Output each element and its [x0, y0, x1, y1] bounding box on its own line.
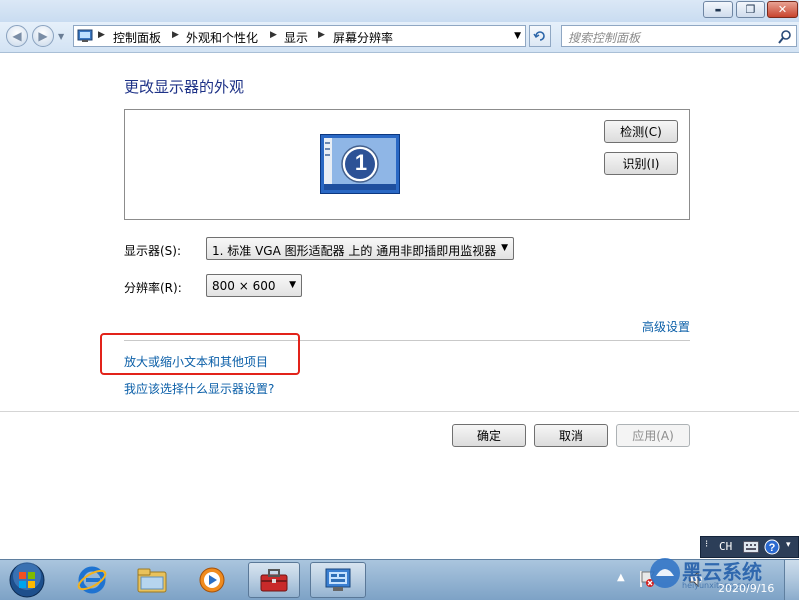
clock-date[interactable]: 2020/9/16: [718, 582, 774, 595]
page-title: 更改显示器的外观: [124, 78, 245, 96]
close-button[interactable]: ✕: [767, 1, 798, 18]
forward-arrow-icon: ▶: [38, 29, 48, 43]
maximize-icon: ❐: [745, 3, 756, 16]
recent-pages-icon[interactable]: ▼: [58, 32, 64, 41]
control-panel-taskbar-icon: [325, 568, 351, 591]
start-orb-icon: [9, 562, 45, 598]
forward-button[interactable]: ▶: [32, 25, 54, 47]
breadcrumb-separator-icon: ▶: [98, 30, 105, 40]
minimize-icon: ▬: [714, 5, 722, 14]
resolution-select[interactable]: 800 × 600 ▼: [206, 274, 302, 297]
detect-button[interactable]: 检测(C): [604, 120, 678, 143]
minimize-button[interactable]: ▬: [703, 1, 733, 18]
breadcrumb-appearance[interactable]: 外观和个性化: [186, 29, 258, 46]
identify-button[interactable]: 识别(I): [604, 152, 678, 175]
monitor-preview-area: 1 检测(C) 识别(I): [124, 109, 690, 220]
address-dropdown-icon[interactable]: ▼: [514, 31, 521, 41]
search-placeholder: 搜索控制面板: [568, 31, 641, 45]
breadcrumb-control-panel[interactable]: 控制面板: [113, 29, 161, 46]
language-bar-options-icon[interactable]: ▾: [786, 540, 791, 550]
title-bar: ▬ ❐ ✕: [0, 0, 799, 22]
chevron-down-icon: ▼: [501, 243, 508, 253]
navigation-bar: ◀ ▶ ▼ ▶ 控制面板 ▶ 外观和个性化 ▶ 显示 ▶ 屏幕分辨率 ▼ 搜索控…: [0, 22, 799, 53]
taskbar: ▲ 黑云系统 heiyunxitong.com 2020/9/16: [0, 558, 799, 600]
monitor-number: 1: [354, 150, 368, 175]
apply-button[interactable]: 应用(A): [616, 424, 690, 447]
display-select[interactable]: 1. 标准 VGA 图形适配器 上的 通用非即插即用监视器 ▼: [206, 237, 514, 260]
text-size-link[interactable]: 放大或缩小文本和其他项目: [124, 353, 268, 370]
refresh-icon: [533, 31, 545, 41]
close-icon: ✕: [777, 3, 788, 16]
breadcrumb-screen-resolution[interactable]: 屏幕分辨率: [333, 29, 393, 46]
media-player-icon: [199, 567, 225, 593]
resolution-label: 分辨率(R):: [124, 281, 182, 295]
start-button[interactable]: [6, 561, 48, 599]
resolution-select-value: 800 × 600: [212, 279, 276, 293]
taskbar-control-panel-button[interactable]: [310, 562, 366, 598]
breadcrumb-display[interactable]: 显示: [284, 29, 308, 46]
display-label: 显示器(S):: [124, 244, 182, 258]
toolbox-icon: [260, 569, 288, 592]
search-icon[interactable]: [778, 29, 792, 45]
maximize-button[interactable]: ❐: [736, 1, 765, 18]
control-panel-icon: [77, 29, 93, 42]
cancel-button[interactable]: 取消: [534, 424, 608, 447]
breadcrumb-separator-icon: ▶: [172, 30, 179, 40]
divider: [0, 411, 799, 412]
breadcrumb-separator-icon: ▶: [270, 30, 277, 40]
search-box[interactable]: 搜索控制面板: [561, 25, 797, 47]
back-arrow-icon: ◀: [12, 29, 22, 43]
taskbar-explorer-button[interactable]: [126, 562, 178, 598]
breadcrumb-separator-icon: ▶: [318, 30, 325, 40]
watermark-logo-icon: [650, 558, 680, 588]
advanced-settings-link[interactable]: 高级设置: [642, 318, 690, 335]
chevron-down-icon: ▼: [289, 280, 296, 290]
show-desktop-button[interactable]: [784, 560, 799, 600]
help-link[interactable]: 我应该选择什么显示器设置?: [124, 380, 274, 397]
display-select-value: 1. 标准 VGA 图形适配器 上的 通用非即插即用监视器: [212, 244, 497, 258]
explorer-icon: [137, 568, 167, 593]
ok-button[interactable]: 确定: [452, 424, 526, 447]
back-button[interactable]: ◀: [6, 25, 28, 47]
address-bar[interactable]: ▶ 控制面板 ▶ 外观和个性化 ▶ 显示 ▶ 屏幕分辨率 ▼: [73, 25, 526, 47]
taskbar-media-player-button[interactable]: [186, 562, 238, 598]
refresh-button[interactable]: [529, 25, 551, 47]
taskbar-toolbox-button[interactable]: [248, 562, 300, 598]
taskbar-ie-button[interactable]: [66, 562, 118, 598]
language-bar-grip-icon: ⁝: [705, 539, 709, 550]
show-hidden-icons-icon[interactable]: ▲: [617, 572, 625, 583]
ie-icon: [77, 566, 107, 594]
